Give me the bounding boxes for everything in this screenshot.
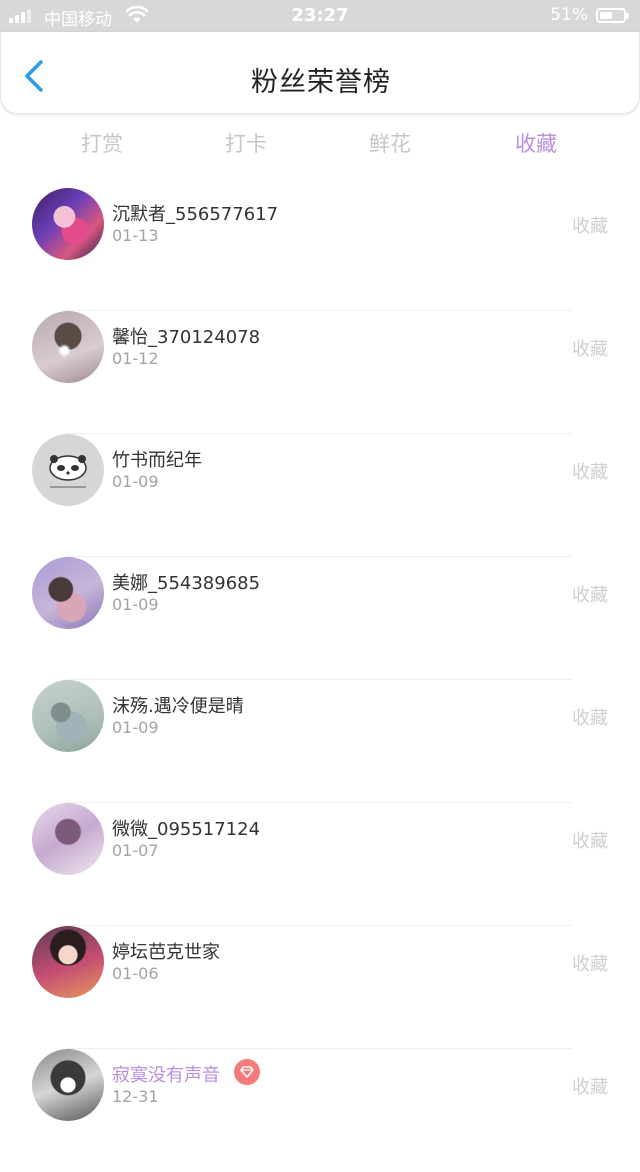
panda-icon xyxy=(49,455,87,488)
clock: 23:27 xyxy=(291,5,349,26)
list-item[interactable]: 馨怡_370124078 01-12 收藏 xyxy=(0,310,640,434)
list-item[interactable]: 寂寞没有声音 12-31 收藏 xyxy=(0,1048,640,1172)
honor-type: 收藏 xyxy=(572,954,608,975)
divider xyxy=(66,802,572,803)
status-bar: 中国移动 23:27 51% xyxy=(0,0,640,32)
avatar xyxy=(32,803,104,875)
avatar xyxy=(32,1049,104,1121)
honor-type: 收藏 xyxy=(572,831,608,852)
divider xyxy=(66,679,572,680)
fan-date: 01-13 xyxy=(112,226,159,245)
divider xyxy=(66,925,572,926)
honor-type: 收藏 xyxy=(572,585,608,606)
fan-date: 01-12 xyxy=(112,349,159,368)
fan-name: 沫殇.遇冷便是晴 xyxy=(112,696,244,717)
avatar xyxy=(32,311,104,383)
diamond-badge-icon xyxy=(234,1059,260,1085)
avatar xyxy=(32,926,104,998)
list-item[interactable]: 婷坛芭克世家 01-06 收藏 xyxy=(0,925,640,1049)
fan-name: 沉默者_556577617 xyxy=(112,204,279,225)
fan-date: 01-06 xyxy=(112,964,159,983)
divider xyxy=(66,556,572,557)
tab-checkin[interactable]: 打卡 xyxy=(196,128,296,158)
honor-type: 收藏 xyxy=(572,216,608,237)
honor-type: 收藏 xyxy=(572,462,608,483)
fan-date: 01-09 xyxy=(112,718,159,737)
fan-name: 寂寞没有声音 xyxy=(112,1065,220,1086)
tab-reward[interactable]: 打赏 xyxy=(52,128,152,158)
honor-type: 收藏 xyxy=(572,708,608,729)
list-item[interactable]: 竹书而纪年 01-09 收藏 xyxy=(0,433,640,557)
list-item[interactable]: 沫殇.遇冷便是晴 01-09 收藏 xyxy=(0,679,640,803)
fan-date: 01-09 xyxy=(112,472,159,491)
divider xyxy=(66,433,572,434)
fan-name: 婷坛芭克世家 xyxy=(112,942,220,963)
avatar xyxy=(32,557,104,629)
battery-icon xyxy=(596,8,629,23)
tab-bar: 打赏 打卡 鲜花 收藏 xyxy=(0,122,640,166)
fan-name: 馨怡_370124078 xyxy=(112,327,261,348)
honor-type: 收藏 xyxy=(572,1077,608,1098)
divider xyxy=(66,1048,572,1049)
list-item[interactable]: 美娜_554389685 01-09 收藏 xyxy=(0,556,640,680)
fan-date: 12-31 xyxy=(112,1087,159,1106)
nav-header: 粉丝荣誉榜 xyxy=(0,32,640,114)
page-title: 粉丝荣誉榜 xyxy=(251,67,391,98)
avatar xyxy=(32,188,104,260)
fan-date: 01-09 xyxy=(112,595,159,614)
fan-date: 01-07 xyxy=(112,841,159,860)
fan-name: 竹书而纪年 xyxy=(112,450,202,471)
divider xyxy=(66,310,572,311)
list-item[interactable]: 沉默者_556577617 01-13 收藏 xyxy=(0,188,640,311)
battery-percent: 51% xyxy=(550,5,588,25)
tab-flowers[interactable]: 鲜花 xyxy=(340,128,440,158)
avatar xyxy=(32,434,104,506)
fan-name: 微微_095517124 xyxy=(112,819,261,840)
list-item[interactable]: 微微_095517124 01-07 收藏 xyxy=(0,802,640,926)
fan-name: 美娜_554389685 xyxy=(112,573,261,594)
honor-type: 收藏 xyxy=(572,339,608,360)
avatar xyxy=(32,680,104,752)
tab-favorites[interactable]: 收藏 xyxy=(486,128,586,158)
